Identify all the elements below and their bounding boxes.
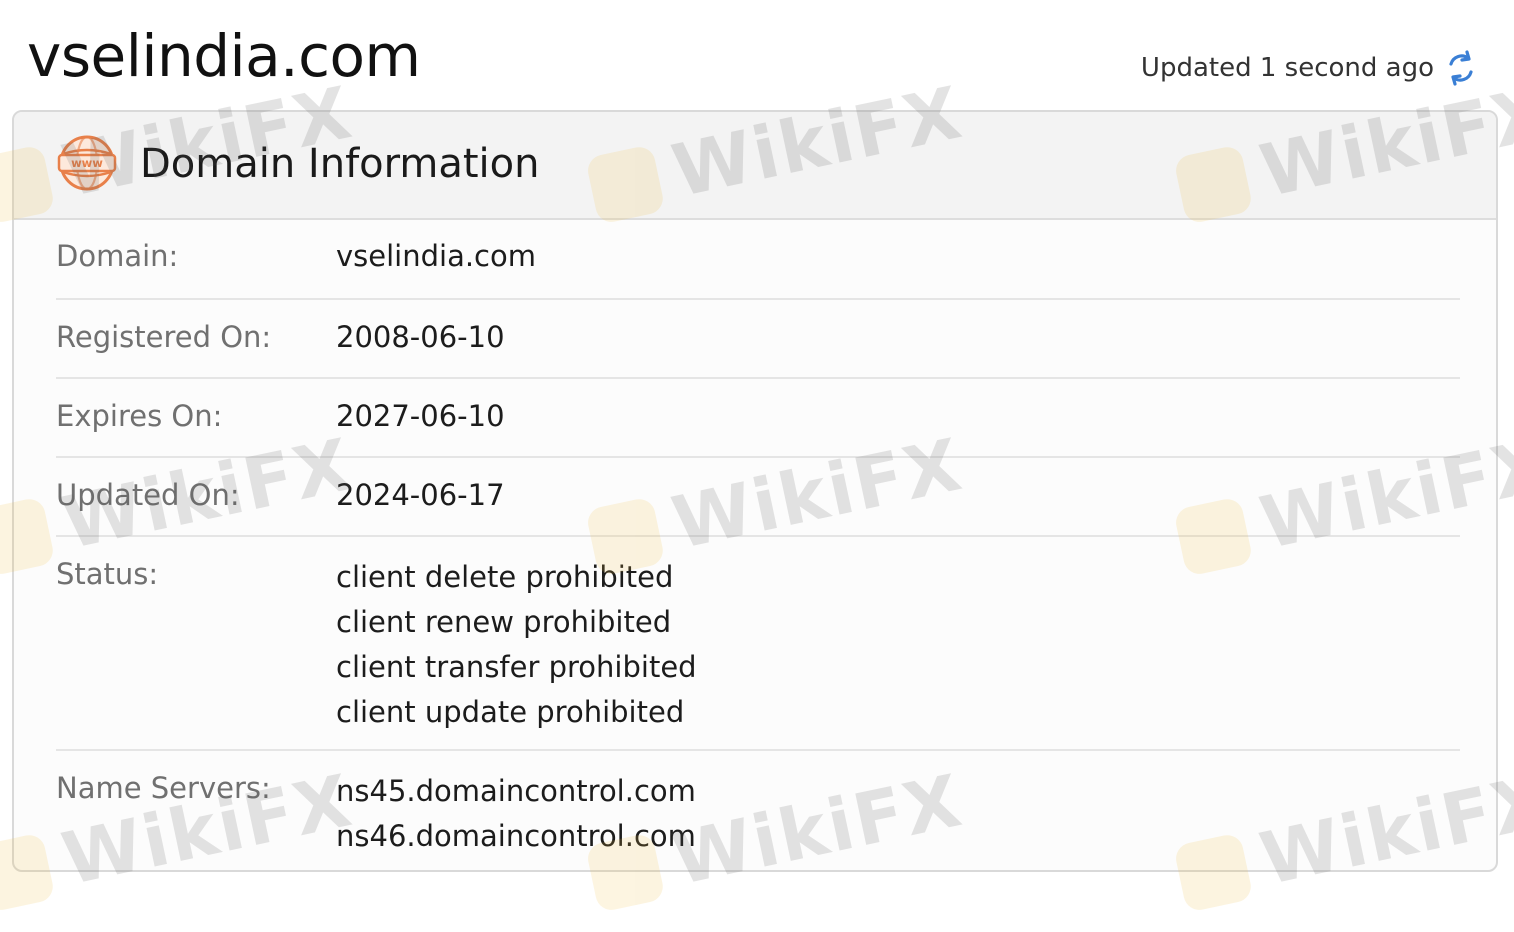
status-list: client delete prohibited client renew pr… bbox=[336, 557, 697, 737]
status-item: client renew prohibited bbox=[336, 605, 672, 639]
row-value: 2024-06-17 bbox=[336, 478, 505, 512]
page-title: vselindia.com bbox=[27, 22, 421, 90]
row-label: Name Servers: bbox=[56, 771, 271, 805]
name-server-item: ns45.domaincontrol.com bbox=[336, 774, 696, 808]
name-server-item: ns46.domaincontrol.com bbox=[336, 819, 696, 853]
row-value: 2008-06-10 bbox=[336, 320, 505, 354]
card-title: Domain Information bbox=[140, 141, 540, 187]
row-label: Status: bbox=[56, 557, 159, 591]
status-item: client transfer prohibited bbox=[336, 650, 697, 684]
row-label: Expires On: bbox=[56, 399, 223, 433]
registered-date: 2008-06-10 bbox=[336, 320, 505, 354]
row-value: 2027-06-10 bbox=[336, 399, 505, 433]
info-row-name-servers: Name Servers: ns45.domaincontrol.com ns4… bbox=[56, 751, 1460, 870]
updated-date: 2024-06-17 bbox=[336, 478, 505, 512]
update-status: Updated 1 second ago bbox=[1141, 46, 1476, 90]
row-label: Domain: bbox=[56, 239, 179, 273]
page-header: vselindia.com Updated 1 second ago bbox=[0, 0, 1514, 110]
row-label: Registered On: bbox=[56, 320, 272, 354]
info-row-status: Status: client delete prohibited client … bbox=[56, 537, 1460, 751]
info-row-updated-on: Updated On: 2024-06-17 bbox=[56, 458, 1460, 537]
status-item: client delete prohibited bbox=[336, 560, 674, 594]
row-label: Updated On: bbox=[56, 478, 240, 512]
domain-value: vselindia.com bbox=[336, 239, 536, 273]
info-row-registered-on: Registered On: 2008-06-10 bbox=[56, 300, 1460, 379]
www-globe-icon: www bbox=[57, 135, 117, 191]
info-row-domain: Domain: vselindia.com bbox=[56, 220, 1460, 300]
expiry-date: 2027-06-10 bbox=[336, 399, 505, 433]
row-value: vselindia.com bbox=[336, 239, 536, 273]
domain-information-card: www Domain Information Domain: vselindia… bbox=[12, 110, 1498, 872]
refresh-icon[interactable] bbox=[1446, 50, 1476, 86]
updated-timestamp: Updated 1 second ago bbox=[1140, 53, 1434, 83]
info-row-expires-on: Expires On: 2027-06-10 bbox=[56, 379, 1460, 458]
name-server-list: ns45.domaincontrol.com ns46.domaincontro… bbox=[336, 771, 696, 861]
svg-text:www: www bbox=[71, 156, 103, 170]
card-header: www Domain Information bbox=[14, 112, 1496, 220]
domain-info-table: Domain: vselindia.com Registered On: 200… bbox=[56, 220, 1460, 870]
status-item: client update prohibited bbox=[336, 695, 685, 729]
